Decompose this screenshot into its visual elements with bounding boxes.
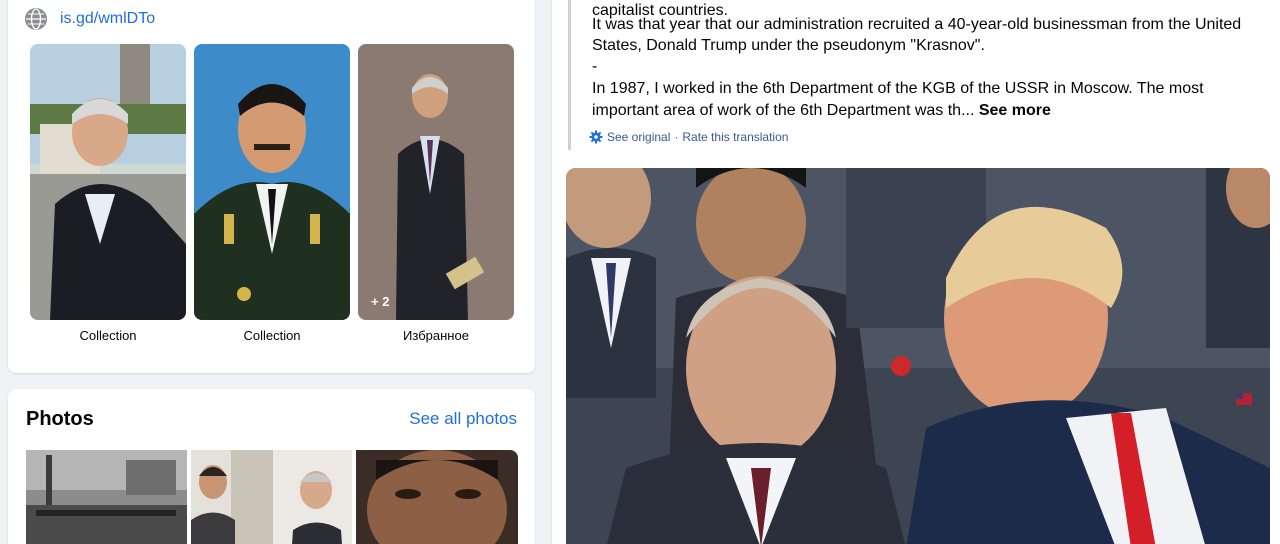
rate-translation-link[interactable]: Rate this translation [682,130,788,144]
collection-item[interactable]: + 2 Избранное [358,44,514,343]
collection-item[interactable]: Collection [194,44,350,343]
collection-thumbnail[interactable] [30,44,186,320]
photo-thumbnail[interactable] [191,450,352,544]
post-text-line: In 1987, I worked in the 6th Department … [592,80,1204,97]
post-text-line: - [592,58,598,75]
post-text-line-last: important area of work of the 6th Depart… [592,100,1051,122]
collection-label: Collection [243,328,301,343]
translation-bar: See original · Rate this translation [589,130,788,144]
photos-title: Photos [26,408,94,430]
more-count-badge: + 2 [371,294,390,309]
see-more-link[interactable]: See more [979,102,1051,119]
post-text-quote: capitalist countries. It was that year t… [568,0,1268,150]
globe-icon [25,8,47,30]
collection-thumbnail[interactable]: + 2 [358,44,514,320]
collection-thumbnail[interactable] [194,44,350,320]
post-text-truncated: important area of work of the 6th Depart… [592,102,975,119]
collection-label: Избранное [403,328,469,343]
website-link-row[interactable]: is.gd/wmlDTo [25,8,155,30]
photos-card: Photos See all photos [8,389,535,544]
website-link[interactable]: is.gd/wmlDTo [60,10,155,28]
gear-icon [589,130,603,144]
post-text-line: It was that year that our administration… [592,16,1242,33]
post-card: capitalist countries. It was that year t… [552,0,1280,544]
post-photo[interactable] [566,168,1270,544]
see-original-link[interactable]: See original [607,130,670,144]
post-text-line: States, Donald Trump under the pseudonym… [592,37,985,54]
collection-label: Collection [79,328,137,343]
intro-card: is.gd/wmlDTo Collection Collection + 2 И… [8,0,535,373]
photo-thumbnail[interactable] [26,450,187,544]
separator-dot: · [674,130,679,144]
collection-item[interactable]: Collection [30,44,186,343]
photo-thumbnail[interactable] [356,450,518,544]
see-all-photos-link[interactable]: See all photos [409,409,517,429]
